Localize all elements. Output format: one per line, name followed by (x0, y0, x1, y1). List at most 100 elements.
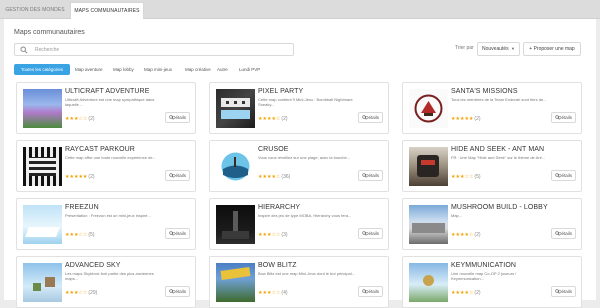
map-card[interactable]: HIERARCHY Inspiré des jeu de type MOBA, … (209, 198, 389, 250)
map-thumbnail (409, 263, 448, 302)
search-input[interactable]: Recherche (14, 43, 294, 56)
tab-world-management[interactable]: GESTION DES MONDES (2, 2, 68, 19)
filter-other[interactable]: Autre (217, 64, 228, 75)
map-card[interactable]: CRUSOE Vous vous réveillez sur une plage… (209, 140, 389, 192)
filter-lundi-pvp[interactable]: Lundi PVP (239, 64, 260, 75)
star-rating: ★★★★★ (65, 174, 88, 180)
filter-adventure[interactable]: Map aventure (75, 64, 103, 75)
sort-label: Trier par (455, 45, 474, 51)
details-button[interactable]: Détails (358, 228, 383, 239)
map-thumbnail (216, 263, 255, 302)
map-description: Les maps Skyblock font partie des plus a… (65, 271, 154, 281)
filter-lobby[interactable]: Map lobby (113, 64, 134, 75)
details-button[interactable]: Détails (165, 286, 190, 297)
details-label: Détails (365, 289, 379, 294)
map-rating: ★★★☆☆(2) (65, 116, 95, 122)
map-thumbnail (409, 205, 448, 244)
star-rating: ★★★☆☆ (258, 290, 281, 296)
details-label: Détails (172, 289, 186, 294)
map-card[interactable]: RAYCAST PARKOUR Cette map offre une tout… (16, 140, 196, 192)
map-description: Cette map offre une toute nouvelle expér… (65, 155, 156, 160)
magnifier-icon (362, 173, 367, 178)
map-title: SANTA'S MISSIONS (451, 88, 518, 95)
map-rating: ★★★★☆(2) (451, 290, 481, 296)
magnifier-icon (555, 289, 560, 294)
map-card[interactable]: MUSHROOM BUILD - LOBBY Map... ★★★★☆(2) D… (402, 198, 582, 250)
star-rating: ★★★★☆ (258, 116, 281, 122)
details-button[interactable]: Détails (551, 112, 576, 123)
rating-count: (5) (474, 174, 481, 180)
map-description: Inspiré des jeu de type MOBA, Hierarchy … (258, 213, 352, 218)
map-card[interactable]: BOW BLITZ Bow Blitz est une map Mini-Jeu… (209, 256, 389, 308)
map-title: PIXEL PARTY (258, 88, 304, 95)
map-description: FR : Une Map "Hide and Seek" sur le thèm… (451, 155, 545, 160)
map-title: CRUSOE (258, 146, 289, 153)
map-card[interactable]: ADVANCED SKY Les maps Skyblock font part… (16, 256, 196, 308)
magnifier-icon (169, 231, 174, 236)
magnifier-icon (555, 173, 560, 178)
details-label: Détails (558, 173, 572, 178)
map-thumbnail (216, 147, 255, 186)
details-button[interactable]: Détails (165, 170, 190, 181)
magnifier-icon (362, 289, 367, 294)
map-card[interactable]: SANTA'S MISSIONS Tous les membres de la … (402, 82, 582, 134)
details-label: Détails (172, 115, 186, 120)
magnifier-icon (169, 289, 174, 294)
filter-minigames[interactable]: Map mini-jeux (144, 64, 172, 75)
details-button[interactable]: Détails (551, 228, 576, 239)
map-description: Cette map contient 9 Mini-Jeux : Bombbal… (258, 97, 353, 107)
sort-selected-value: Nouveautés (482, 46, 509, 52)
details-button[interactable]: Détails (358, 112, 383, 123)
search-placeholder: Recherche (35, 47, 60, 53)
pixel-party-logo (221, 98, 250, 119)
details-button[interactable]: Détails (358, 170, 383, 181)
rating-count: (2) (88, 116, 95, 122)
filter-all-categories[interactable]: Toutes les catégories (14, 64, 70, 75)
map-description: Bow Blitz est une map Mini-Jeux dont le … (258, 271, 355, 276)
rating-count: (4) (281, 290, 288, 296)
map-title: RAYCAST PARKOUR (65, 146, 135, 153)
details-label: Détails (365, 231, 379, 236)
map-rating: ★★★★☆(36) (258, 174, 290, 180)
rating-count: (36) (281, 174, 291, 180)
details-button[interactable]: Détails (358, 286, 383, 297)
details-button[interactable]: Détails (165, 112, 190, 123)
details-label: Détails (558, 289, 572, 294)
map-thumbnail (409, 147, 448, 186)
star-rating: ★★★☆☆ (451, 174, 474, 180)
map-title: ADVANCED SKY (65, 262, 121, 269)
map-title: HIERARCHY (258, 204, 301, 211)
details-label: Détails (365, 173, 379, 178)
map-description: Présentation : Freezun est un mini-jeux … (65, 213, 151, 218)
map-thumbnail (23, 89, 62, 128)
sort-select[interactable]: Nouveautés ▼ (477, 42, 520, 56)
map-card[interactable]: ULTICRAFT ADVENTURE Ulticraft Adventure … (16, 82, 196, 134)
map-rating: ★★★★★(2) (451, 116, 481, 122)
details-button[interactable]: Détails (551, 170, 576, 181)
propose-map-button[interactable]: + Proposer une map (523, 42, 581, 56)
details-label: Détails (365, 115, 379, 120)
map-card[interactable]: KEYMMUNICATION Une nouvelle map Co-OP 2 … (402, 256, 582, 308)
details-button[interactable]: Détails (551, 286, 576, 297)
star-rating: ★★★★☆ (451, 232, 474, 238)
map-card[interactable]: FREEZUN Présentation : Freezun est un mi… (16, 198, 196, 250)
tab-community-maps[interactable]: MAPS COMMUNAUTAIRES (70, 2, 144, 19)
details-button[interactable]: Détails (165, 228, 190, 239)
details-label: Détails (172, 231, 186, 236)
map-rating: ★★★★★(2) (65, 174, 95, 180)
search-icon (20, 46, 28, 54)
filter-creative[interactable]: Map créative (185, 64, 211, 75)
map-thumbnail (23, 205, 62, 244)
rating-count: (2) (88, 174, 95, 180)
map-description: Tous les membres de la Team Endorah sont… (451, 97, 547, 102)
top-tab-bar: GESTION DES MONDES MAPS COMMUNAUTAIRES (0, 0, 600, 19)
rating-count: (29) (88, 290, 98, 296)
star-rating: ★★★☆☆ (65, 232, 88, 238)
map-description: Map... (451, 213, 463, 218)
map-description: Vous vous réveillez sur une plage, avec … (258, 155, 351, 160)
map-card[interactable]: PIXEL PARTY Cette map contient 9 Mini-Je… (209, 82, 389, 134)
map-thumbnail (23, 147, 62, 186)
map-rating: ★★★☆☆(4) (258, 290, 288, 296)
map-title: ULTICRAFT ADVENTURE (65, 88, 150, 95)
map-card[interactable]: HIDE AND SEEK - ANT MAN FR : Une Map "Hi… (402, 140, 582, 192)
